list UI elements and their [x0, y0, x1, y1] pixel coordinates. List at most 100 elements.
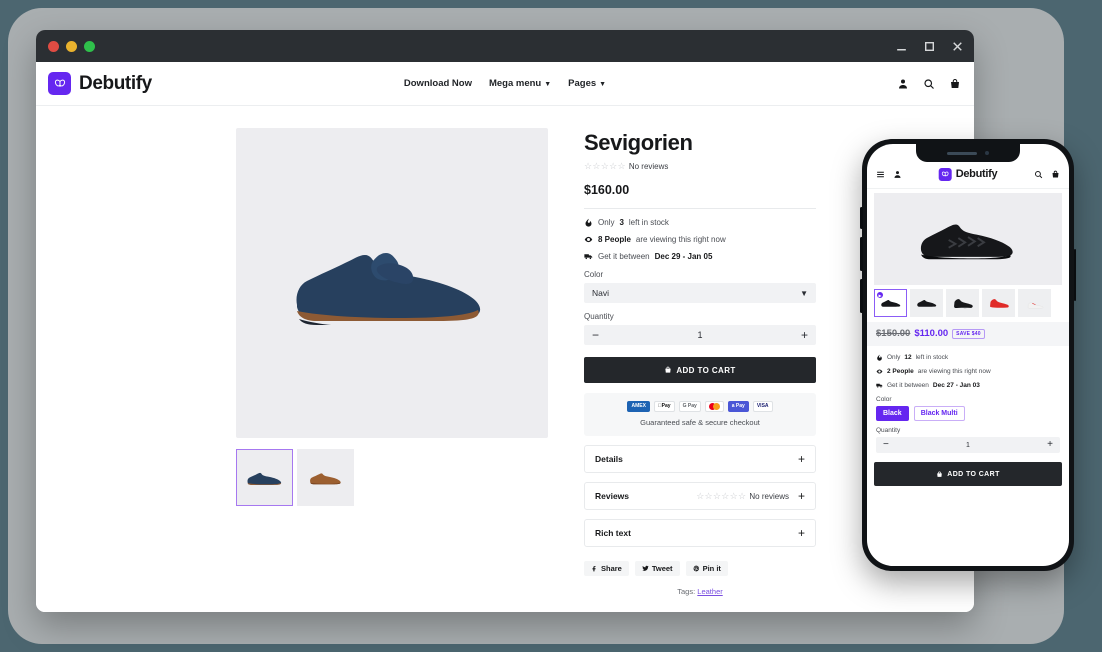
- quantity-label: Quantity: [584, 312, 614, 321]
- phone-mute-button[interactable]: [860, 207, 863, 229]
- account-icon[interactable]: [897, 78, 909, 90]
- add-to-cart-label: ADD TO CART: [676, 365, 736, 375]
- review-count-label: No reviews: [628, 162, 669, 171]
- browser-titlebar: [36, 30, 974, 62]
- mobile-delivery-notice: Get it between Dec 27 - Jan 03: [876, 382, 1060, 389]
- phone-camera: [985, 151, 989, 155]
- chevron-down-icon: ▼: [599, 81, 607, 88]
- minimize-icon[interactable]: [895, 40, 908, 53]
- mobile-site-logo-text: Debutify: [955, 168, 998, 180]
- close-traffic-light[interactable]: [48, 40, 59, 52]
- hamburger-menu-icon[interactable]: [876, 170, 885, 179]
- red-sneaker-thumb-icon: [989, 299, 1009, 309]
- eye-icon: [584, 236, 593, 243]
- delivery-range: Dec 27 - Jan 03: [932, 382, 980, 389]
- accordion-rich-text[interactable]: Rich text +: [584, 519, 816, 547]
- search-icon[interactable]: [923, 78, 935, 90]
- viewers-count: 8 People: [598, 235, 631, 244]
- mobile-thumbnail-strip: ▶: [874, 289, 1062, 317]
- quantity-decrease-button[interactable]: −: [592, 329, 599, 341]
- site-logo[interactable]: Debutify: [48, 72, 152, 95]
- share-twitter-button[interactable]: Tweet: [634, 561, 680, 576]
- payment-methods: AMEX Pay G Pay a Pay VISA: [584, 401, 816, 412]
- delivery-notice: Get it between Dec 29 - Jan 05: [584, 252, 816, 261]
- nav-link-download-now[interactable]: Download Now: [404, 78, 472, 89]
- stock-count: 12: [904, 354, 912, 361]
- google-pay-icon: G Pay: [678, 401, 701, 412]
- stock-suffix: left in stock: [628, 218, 669, 227]
- thumbnail-brown-loafer[interactable]: [297, 449, 354, 506]
- viewers-notice: 8 People are viewing this right now: [584, 235, 816, 244]
- phone-power-button[interactable]: [1073, 249, 1076, 301]
- maximize-icon[interactable]: [923, 40, 936, 53]
- quantity-increase-button[interactable]: +: [1047, 440, 1053, 450]
- mobile-site-logo[interactable]: Debutify: [938, 167, 998, 181]
- color-select[interactable]: Navi ▼: [584, 283, 816, 303]
- stock-notice: Only 3 left in stock: [584, 218, 816, 227]
- product-main-image[interactable]: [236, 128, 548, 438]
- product-info: Sevigorien ☆☆☆☆☆ No reviews $160.00 Only…: [584, 128, 816, 596]
- mobile-thumbnail-2[interactable]: [910, 289, 943, 317]
- phone-mockup: Debutify ▶ $150.00 $110.00 SAVE $40 Only…: [860, 139, 1076, 571]
- rating-row[interactable]: ☆☆☆☆☆ No reviews: [584, 161, 816, 172]
- color-swatch-black[interactable]: Black: [876, 406, 909, 421]
- accordion-details[interactable]: Details +: [584, 445, 816, 473]
- mobile-quantity-label: Quantity: [876, 427, 901, 434]
- product-tags: Tags: Leather: [584, 587, 816, 596]
- accordion-meta: ☆☆☆☆☆☆ No reviews: [696, 491, 789, 502]
- phone-volume-up-button[interactable]: [860, 237, 863, 271]
- cart-icon[interactable]: [1051, 170, 1060, 179]
- mobile-thumbnail-1[interactable]: ▶: [874, 289, 907, 317]
- share-pinterest-button[interactable]: Pin it: [685, 561, 728, 576]
- phone-volume-down-button[interactable]: [860, 279, 863, 313]
- nav-link-pages[interactable]: Pages ▼: [568, 78, 606, 89]
- navy-loafer-thumb-icon: [246, 472, 281, 485]
- phone-notch: [916, 144, 1020, 162]
- rating-stars: ☆☆☆☆☆☆: [696, 490, 747, 501]
- viewers-suffix: are viewing this right now: [635, 235, 726, 244]
- account-icon[interactable]: [893, 170, 902, 179]
- website-viewport: Debutify Download Now Mega menu ▼ Pages …: [36, 62, 974, 612]
- truck-icon: [876, 383, 883, 388]
- viewers-suffix: are viewing this right now: [917, 368, 991, 375]
- video-play-icon: ▶: [877, 292, 883, 298]
- mobile-product-main-image[interactable]: [874, 193, 1062, 285]
- mobile-thumbnail-3[interactable]: [946, 289, 979, 317]
- tag-link-leather[interactable]: Leather: [697, 587, 722, 596]
- accordion-reviews[interactable]: Reviews ☆☆☆☆☆☆ No reviews +: [584, 482, 816, 510]
- thumbnail-navy-loafer[interactable]: [236, 449, 293, 506]
- quantity-increase-button[interactable]: +: [801, 329, 808, 341]
- add-to-cart-button[interactable]: ADD TO CART: [584, 357, 816, 383]
- quantity-decrease-button[interactable]: −: [883, 440, 889, 450]
- facebook-icon: [592, 566, 596, 572]
- quantity-value[interactable]: 1: [697, 330, 702, 340]
- product-gallery: [36, 128, 584, 596]
- mobile-sale-price: $110.00: [914, 328, 949, 339]
- viewers-count: 2 People: [887, 368, 914, 375]
- site-header: Debutify Download Now Mega menu ▼ Pages …: [36, 62, 974, 106]
- mobile-add-to-cart-button[interactable]: ADD TO CART: [874, 462, 1062, 486]
- tags-label: Tags:: [677, 587, 696, 596]
- thumbnail-strip: [236, 449, 584, 506]
- close-icon[interactable]: [951, 40, 964, 53]
- mobile-thumbnail-5[interactable]: [1018, 289, 1051, 317]
- color-swatch-black-multi[interactable]: Black Multi: [913, 406, 965, 421]
- share-facebook-button[interactable]: Share: [584, 561, 629, 576]
- amex-icon: AMEX: [627, 401, 650, 412]
- nav-link-label: Mega menu: [488, 78, 542, 89]
- delivery-prefix: Get it between: [887, 382, 929, 389]
- search-icon[interactable]: [1034, 170, 1043, 179]
- quantity-value[interactable]: 1: [966, 442, 970, 449]
- maximize-traffic-light[interactable]: [84, 40, 95, 52]
- cart-icon[interactable]: [949, 78, 961, 90]
- phone-screen: Debutify ▶ $150.00 $110.00 SAVE $40 Only…: [867, 144, 1069, 566]
- minimize-traffic-light[interactable]: [66, 40, 77, 52]
- nav-link-mega-menu[interactable]: Mega menu ▼: [489, 78, 551, 89]
- cart-icon: [937, 471, 943, 477]
- cart-icon: [665, 366, 671, 373]
- mobile-color-swatches: Black Black Multi: [876, 406, 1060, 421]
- primary-nav: Download Now Mega menu ▼ Pages ▼: [404, 78, 606, 89]
- pinterest-icon: [693, 565, 699, 572]
- mobile-thumbnail-4[interactable]: [982, 289, 1015, 317]
- eye-icon: [876, 369, 883, 374]
